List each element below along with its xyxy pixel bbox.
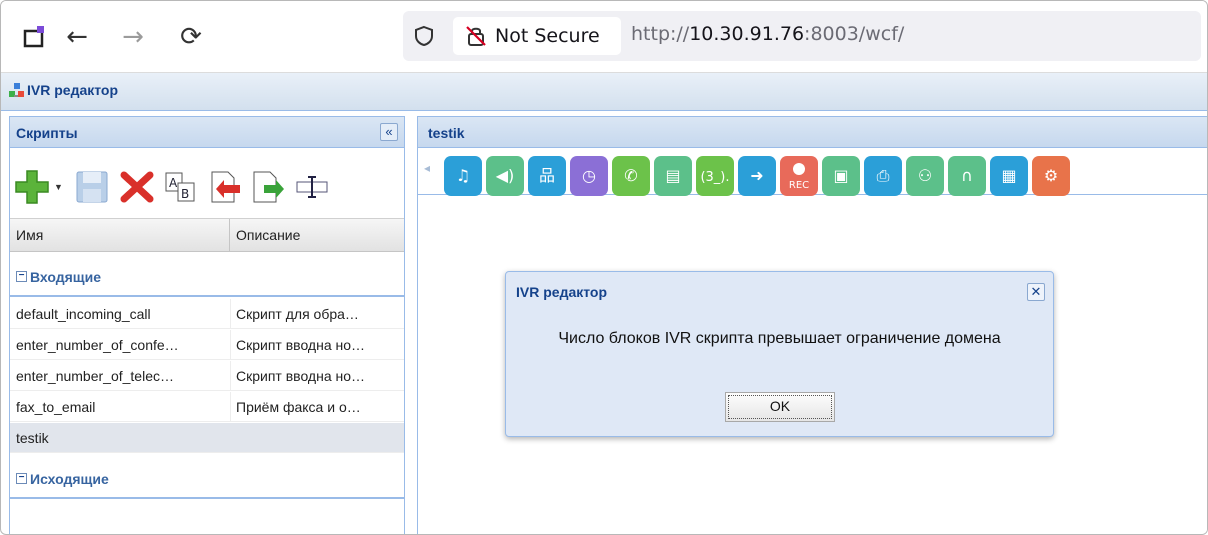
group-outgoing[interactable]: − Исходящие <box>10 459 404 499</box>
card-icon[interactable]: ▣ <box>822 156 860 196</box>
forward-arrow-icon[interactable]: ➜ <box>738 156 776 196</box>
cell-divider <box>230 361 231 391</box>
add-script-icon[interactable] <box>14 169 50 205</box>
insecure-lock-icon <box>466 26 486 46</box>
script-name: enter_number_of_confe… <box>16 337 179 353</box>
document-icon[interactable]: ▦ <box>990 156 1028 196</box>
collapse-panel-button[interactable]: « <box>380 123 398 141</box>
table-row[interactable]: enter_number_of_confe… Скрипт вводна но… <box>10 330 404 360</box>
cell-divider <box>230 392 231 422</box>
collapse-group-icon[interactable]: − <box>16 473 27 484</box>
forward-icon[interactable]: → <box>119 23 147 51</box>
browser-toolbar: ← → ⟳ Not Secure http://10.30.91.76:8003… <box>1 1 1207 73</box>
ivr-logo-icon <box>9 83 25 101</box>
back-icon[interactable]: ← <box>63 23 91 51</box>
script-description: Скрипт вводна но… <box>236 368 366 384</box>
script-description: Приём факса и о… <box>236 399 361 415</box>
group-label: Входящие <box>30 269 101 285</box>
list-icon[interactable]: ▤ <box>654 156 692 196</box>
cell-divider <box>230 330 231 360</box>
sidebar-toggle-icon[interactable] <box>21 23 49 51</box>
rec-icon[interactable]: REC <box>780 156 818 196</box>
block-palette: ◂ ♫ ◀) 品 ◷ ✆ ▤ (3_). ➜ REC ▣ ⎙ ⚇ ∩ ▦ ⚙ <box>418 149 1207 196</box>
script-name: default_incoming_call <box>16 306 151 322</box>
url-host: 10.30.91.76 <box>689 23 805 45</box>
cell-divider <box>230 299 231 329</box>
url-text[interactable]: http://10.30.91.76:8003/wcf/ <box>631 23 904 45</box>
export-icon[interactable] <box>250 169 286 205</box>
shield-icon[interactable] <box>413 25 435 47</box>
address-bar[interactable]: Not Secure http://10.30.91.76:8003/wcf/ <box>403 11 1201 61</box>
column-header-name[interactable]: Имя <box>10 219 230 251</box>
scripts-panel-title: Скрипты <box>16 125 78 141</box>
reload-icon[interactable]: ⟳ <box>177 23 205 51</box>
gear-icon[interactable]: ⚙ <box>1032 156 1070 196</box>
url-scheme: http:// <box>631 23 690 45</box>
script-name: enter_number_of_telec… <box>16 368 174 384</box>
add-dropdown-chevron-icon[interactable]: ▼ <box>54 169 64 205</box>
script-name: testik <box>16 430 49 446</box>
scripts-panel: Скрипты « ▼ A B Имя Описание − Входящие … <box>9 116 405 534</box>
script-name: fax_to_email <box>16 399 96 415</box>
save-icon[interactable] <box>74 169 110 205</box>
clock-icon[interactable]: ◷ <box>570 156 608 196</box>
app-header: IVR редактор <box>1 73 1207 111</box>
record-dot-icon <box>793 163 805 175</box>
editor-panel-title: testik <box>428 125 465 141</box>
properties-icon[interactable] <box>294 169 330 205</box>
svg-text:B: B <box>181 187 189 201</box>
scripts-grid-header: Имя Описание <box>10 218 404 252</box>
column-header-description[interactable]: Описание <box>230 219 404 251</box>
table-row[interactable]: enter_number_of_telec… Скрипт вводна но… <box>10 361 404 391</box>
table-row-selected[interactable]: testik <box>10 423 404 453</box>
not-secure-label: Not Secure <box>495 25 600 47</box>
headset-icon[interactable]: ∩ <box>948 156 986 196</box>
counter-icon[interactable]: (3_). <box>696 156 734 196</box>
group-icon[interactable]: ⚇ <box>906 156 944 196</box>
scroll-left-icon[interactable]: ◂ <box>424 161 436 181</box>
import-icon[interactable] <box>206 169 242 205</box>
rename-icon[interactable]: A B <box>164 169 198 205</box>
security-indicator[interactable]: Not Secure <box>453 17 621 55</box>
table-row[interactable]: default_incoming_call Скрипт для обра… <box>10 299 404 329</box>
script-description: Скрипт вводна но… <box>236 337 366 353</box>
url-path: :8003/wcf/ <box>804 23 905 45</box>
ok-button[interactable]: OK <box>725 392 835 422</box>
phone-icon[interactable]: ✆ <box>612 156 650 196</box>
browser-window: ← → ⟳ Not Secure http://10.30.91.76:8003… <box>0 0 1208 535</box>
close-icon[interactable]: ✕ <box>1027 283 1045 301</box>
hierarchy-icon[interactable]: 品 <box>528 156 566 196</box>
counter-label: (3_). <box>700 170 730 185</box>
delete-icon[interactable] <box>118 169 156 205</box>
group-incoming[interactable]: − Входящие <box>10 257 404 297</box>
collapse-group-icon[interactable]: − <box>16 271 27 282</box>
scripts-panel-header: Скрипты « <box>10 117 404 148</box>
editor-panel-header: testik <box>418 117 1207 148</box>
fax-icon[interactable]: ⎙ <box>864 156 902 196</box>
app-title: IVR редактор <box>27 82 119 98</box>
music-icon[interactable]: ♫ <box>444 156 482 196</box>
dialog-message: Число блоков IVR скрипта превышает огран… <box>558 330 1001 347</box>
table-row[interactable]: fax_to_email Приём факса и о… <box>10 392 404 422</box>
scripts-toolbar: ▼ A B <box>10 149 404 225</box>
script-description: Скрипт для обра… <box>236 306 359 322</box>
svg-text:A: A <box>169 176 178 190</box>
speaker-icon[interactable]: ◀) <box>486 156 524 196</box>
dialog-title: IVR редактор <box>516 284 608 300</box>
alert-dialog: IVR редактор ✕ Число блоков IVR скрипта … <box>505 271 1054 437</box>
group-label: Исходящие <box>30 471 109 487</box>
